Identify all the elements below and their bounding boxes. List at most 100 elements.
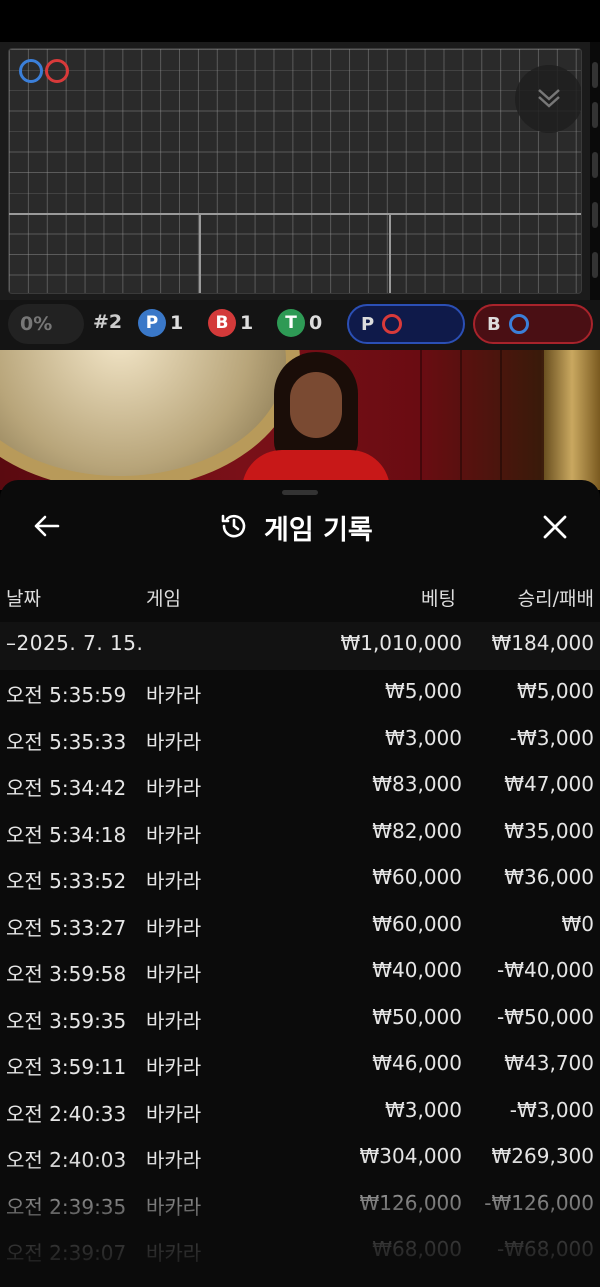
banker-prediction-button[interactable]: B [473,304,593,344]
blue-ring-icon [508,314,529,334]
row-win-loss: -₩126,000 [484,1190,594,1215]
player-prediction-button[interactable]: P [347,304,465,344]
arrow-left-icon [32,514,60,542]
row-game: 바카라 [146,822,202,847]
back-button[interactable] [28,510,64,546]
row-game: 바카라 [146,1148,202,1172]
table-row[interactable]: 오전 3:59:35 바카라 ₩50,000 -₩50,000 [0,996,600,1043]
row-time: 오전 5:34:18 [6,822,127,847]
row-win-loss: -₩3,000 [509,1097,594,1122]
table-row[interactable]: 오전 5:34:18 바카라 ₩82,000 ₩35,000 [0,810,600,857]
row-time: 오전 2:40:33 [6,1101,127,1126]
summary-date: –2025. 7. 15. [6,631,144,655]
double-chevron-down-icon [534,82,564,116]
player-coin-icon: P [138,309,166,337]
table-row[interactable]: 오전 3:59:11 바카라 ₩46,000 ₩43,700 [0,1042,600,1089]
close-button[interactable] [536,510,574,548]
column-win-loss: 승리/패배 [517,588,594,610]
stats-bar: 0% #2 P 1 B 1 T 0 P B [0,300,600,350]
row-bet: ₩68,000 [372,1237,462,1261]
summary-win-loss: ₩184,000 [491,631,594,655]
history-header: 게임 기록 [0,500,600,560]
table-row[interactable]: 오전 3:59:58 바카라 ₩40,000 -₩40,000 [0,949,600,996]
table-row[interactable]: 오전 5:35:59 바카라 ₩5,000 ₩5,000 [0,670,600,717]
row-game: 바카라 [146,1194,202,1219]
dealer-video [0,350,600,490]
player-count-value: 1 [170,312,184,334]
row-game: 바카라 [146,683,202,707]
row-game: 바카라 [146,962,202,986]
shoe-number: #2 [93,311,123,333]
table-row[interactable]: 오전 5:34:42 바카라 ₩83,000 ₩47,000 [0,763,600,810]
close-icon [542,514,568,544]
row-win-loss: ₩43,700 [504,1051,594,1075]
row-bet: ₩5,000 [384,679,462,703]
table-row[interactable]: 오전 2:39:07 바카라 ₩68,000 -₩68,000 [0,1228,600,1275]
date-summary-row[interactable]: –2025. 7. 15. ₩1,010,000 ₩184,000 [0,622,600,670]
row-game: 바카라 [146,1055,202,1079]
row-game: 바카라 [146,869,202,893]
collapse-roadmap-button[interactable] [515,65,581,133]
row-time: 오전 5:33:27 [6,915,127,940]
tie-count: T 0 [277,309,322,337]
row-bet: ₩40,000 [372,958,462,982]
row-time: 오전 3:59:35 [6,1008,127,1033]
row-time: 오전 5:35:59 [6,683,127,707]
column-date: 날짜 [6,588,41,610]
row-time: 오전 3:59:58 [6,962,127,986]
banker-coin-icon: B [208,309,236,337]
table-row[interactable]: 오전 5:33:27 바카라 ₩60,000 ₩0 [0,903,600,950]
banker-count-value: 1 [240,312,254,334]
table-header: 날짜 게임 베팅 승리/패배 [0,584,600,614]
side-scroll-indicator [590,42,600,342]
drag-handle[interactable] [282,490,318,495]
row-bet: ₩3,000 [384,725,462,750]
row-time: 오전 2:40:03 [6,1148,127,1172]
row-bet: ₩60,000 [372,911,462,936]
table-row[interactable]: 오전 2:40:03 바카라 ₩304,000 ₩269,300 [0,1135,600,1182]
roadmap-panel [0,42,600,300]
row-bet: ₩83,000 [372,772,462,796]
row-time: 오전 2:39:35 [6,1194,127,1219]
row-time: 오전 5:35:33 [6,729,127,754]
decor-pillar [544,350,600,490]
row-bet: ₩126,000 [359,1190,462,1215]
row-time: 오전 5:33:52 [6,869,127,893]
column-bet: 베팅 [421,588,456,610]
history-clock-icon [218,510,250,546]
bead-banker [45,59,69,83]
row-win-loss: -₩50,000 [497,1004,594,1029]
row-game: 바카라 [146,1008,202,1033]
row-bet: ₩50,000 [372,1004,462,1029]
row-win-loss: ₩5,000 [516,679,594,703]
status-bar-area [0,0,600,42]
row-game: 바카라 [146,776,202,800]
row-win-loss: ₩35,000 [504,818,594,843]
table-row[interactable]: 오전 5:33:52 바카라 ₩60,000 ₩36,000 [0,856,600,903]
row-bet: ₩3,000 [384,1097,462,1122]
row-bet: ₩60,000 [372,865,462,889]
table-row[interactable]: 오전 5:35:33 바카라 ₩3,000 -₩3,000 [0,717,600,764]
table-row[interactable]: 오전 2:39:35 바카라 ₩126,000 -₩126,000 [0,1182,600,1229]
roadmap-divider [9,213,581,215]
row-bet: ₩82,000 [372,818,462,843]
row-game: 바카라 [146,1241,202,1265]
row-win-loss: ₩269,300 [491,1144,594,1168]
summary-bet: ₩1,010,000 [340,631,462,655]
red-ring-icon [382,314,403,334]
tie-count-value: 0 [309,312,323,334]
row-win-loss: -₩40,000 [497,958,594,982]
row-game: 바카라 [146,1101,202,1126]
row-win-loss: ₩47,000 [504,772,594,796]
game-history-panel: 게임 기록 날짜 게임 베팅 승리/패배 –2025. 7. 15. ₩1,01… [0,480,600,1287]
table-row[interactable]: 오전 2:40:33 바카라 ₩3,000 -₩3,000 [0,1089,600,1136]
player-prediction-label: P [361,313,375,335]
row-game: 바카라 [146,729,202,754]
row-bet: ₩46,000 [372,1051,462,1075]
bead-player [19,59,43,83]
row-bet: ₩304,000 [359,1144,462,1168]
row-game: 바카라 [146,915,202,940]
row-win-loss: ₩36,000 [504,865,594,889]
row-win-loss: ₩0 [561,911,595,936]
row-time: 오전 5:34:42 [6,776,127,800]
